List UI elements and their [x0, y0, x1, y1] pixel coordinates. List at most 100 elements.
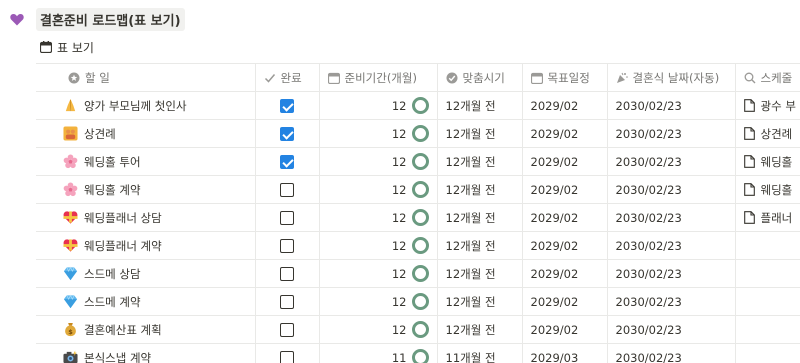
schedule-link[interactable]: 상견례 — [761, 126, 793, 142]
table-row[interactable]: 본식스냅 계약 11 11개월 전 2029/03 2030/02/23 — [36, 343, 800, 363]
column-header-done[interactable]: 완료 — [255, 63, 320, 92]
cell-months[interactable]: 12 — [319, 119, 438, 148]
column-header-schedule[interactable]: 스케줄 — [735, 63, 800, 92]
cell-timing[interactable]: 11개월 전 — [437, 343, 523, 363]
cell-wedding[interactable]: 2030/02/23 — [607, 287, 736, 316]
done-checkbox[interactable] — [280, 294, 294, 309]
column-header-wedding[interactable]: 결혼식 날짜(자동) — [607, 63, 736, 92]
cell-months[interactable]: 12 — [319, 91, 438, 120]
cell-wedding[interactable]: 2030/02/23 — [607, 203, 736, 232]
page-document-icon — [743, 155, 755, 168]
cell-wedding[interactable]: 2030/02/23 — [607, 91, 736, 120]
cell-name[interactable]: 웨딩플래너 상담 — [36, 203, 256, 232]
cell-wedding[interactable]: 2030/02/23 — [607, 259, 736, 288]
done-checkbox[interactable] — [280, 98, 294, 113]
table-row[interactable]: $ 결혼예산표 계획 12 12개월 전 2029/02 2030/02/23 — [36, 315, 800, 344]
cell-goal[interactable]: 2029/02 — [522, 315, 608, 344]
column-header-name[interactable]: 할 일 — [36, 63, 256, 92]
cell-name[interactable]: 본식스냅 계약 — [36, 343, 256, 363]
cell-schedule[interactable]: 웨딩홀 — [735, 175, 800, 204]
cell-timing[interactable]: 12개월 전 — [437, 91, 523, 120]
cell-wedding[interactable]: 2030/02/23 — [607, 343, 736, 363]
cell-schedule[interactable] — [735, 259, 800, 288]
cell-wedding[interactable]: 2030/02/23 — [607, 119, 736, 148]
done-checkbox[interactable] — [280, 126, 294, 141]
cell-name[interactable]: 스드메 상담 — [36, 259, 256, 288]
schedule-link[interactable]: 플래너 — [761, 210, 793, 226]
cell-schedule[interactable]: 상견례 — [735, 119, 800, 148]
cell-name[interactable]: 양가 부모님께 첫인사 — [36, 91, 256, 120]
done-checkbox[interactable] — [280, 350, 294, 363]
cell-timing[interactable]: 12개월 전 — [437, 203, 523, 232]
done-checkbox[interactable] — [280, 154, 294, 169]
table-row[interactable]: 양가 부모님께 첫인사 12 12개월 전 2029/02 2030/02/23 광수 부 — [36, 91, 800, 120]
done-checkbox[interactable] — [280, 182, 294, 197]
table-row[interactable]: 웨딩플래너 계약 12 12개월 전 2029/02 2030/02/23 — [36, 231, 800, 260]
cell-months[interactable]: 12 — [319, 147, 438, 176]
cell-goal[interactable]: 2029/02 — [522, 91, 608, 120]
cell-wedding[interactable]: 2030/02/23 — [607, 315, 736, 344]
cell-schedule[interactable] — [735, 287, 800, 316]
table-row[interactable]: 웨딩홀 투어 12 12개월 전 2029/02 2030/02/23 웨딩홀 — [36, 147, 800, 176]
done-checkbox[interactable] — [280, 210, 294, 225]
cell-months[interactable]: 12 — [319, 259, 438, 288]
cell-schedule[interactable]: 플래너 — [735, 203, 800, 232]
cell-months[interactable]: 12 — [319, 175, 438, 204]
view-tab-table[interactable]: 표 보기 — [40, 37, 94, 57]
column-header-months[interactable]: 준비기간(개월) — [319, 63, 438, 92]
cell-schedule[interactable] — [735, 231, 800, 260]
cell-schedule[interactable] — [735, 343, 800, 363]
table-row[interactable]: 웨딩플래너 상담 12 12개월 전 2029/02 2030/02/23 플래너 — [36, 203, 800, 232]
cell-goal[interactable]: 2029/02 — [522, 119, 608, 148]
table-row[interactable]: 웨딩홀 계약 12 12개월 전 2029/02 2030/02/23 웨딩홀 — [36, 175, 800, 204]
cell-schedule[interactable] — [735, 315, 800, 344]
cell-schedule[interactable]: 웨딩홀 — [735, 147, 800, 176]
cell-timing[interactable]: 12개월 전 — [437, 315, 523, 344]
cell-months[interactable]: 12 — [319, 203, 438, 232]
cell-timing[interactable]: 12개월 전 — [437, 259, 523, 288]
cell-timing[interactable]: 12개월 전 — [437, 147, 523, 176]
cell-name[interactable]: 상견례 — [36, 119, 256, 148]
cell-goal[interactable]: 2029/02 — [522, 175, 608, 204]
cell-timing[interactable]: 12개월 전 — [437, 175, 523, 204]
task-name: 스드메 상담 — [84, 266, 141, 281]
schedule-link[interactable]: 광수 부 — [761, 98, 796, 114]
column-header-timing[interactable]: 맞춤시기 — [437, 63, 523, 92]
cell-name[interactable]: 웨딩홀 투어 — [36, 147, 256, 176]
cell-months[interactable]: 12 — [319, 287, 438, 316]
cell-wedding[interactable]: 2030/02/23 — [607, 175, 736, 204]
cell-goal[interactable]: 2029/03 — [522, 343, 608, 363]
cell-name[interactable]: 스드메 계약 — [36, 287, 256, 316]
cell-timing[interactable]: 12개월 전 — [437, 119, 523, 148]
progress-ring-icon — [411, 321, 429, 338]
cell-goal[interactable]: 2029/02 — [522, 231, 608, 260]
cell-timing[interactable]: 12개월 전 — [437, 231, 523, 260]
done-checkbox[interactable] — [280, 322, 294, 337]
schedule-link[interactable]: 웨딩홀 — [761, 182, 793, 198]
table-row[interactable]: 스드메 상담 12 12개월 전 2029/02 2030/02/23 — [36, 259, 800, 288]
cell-timing[interactable]: 12개월 전 — [437, 287, 523, 316]
cell-goal[interactable]: 2029/02 — [522, 147, 608, 176]
cell-name[interactable]: 웨딩홀 계약 — [36, 175, 256, 204]
cell-wedding[interactable]: 2030/02/23 — [607, 231, 736, 260]
cell-done — [255, 343, 320, 363]
page-title[interactable]: 결혼준비 로드맵(표 보기) — [36, 7, 185, 31]
cell-months[interactable]: 12 — [319, 231, 438, 260]
cell-months[interactable]: 11 — [319, 343, 438, 363]
cell-name[interactable]: 웨딩플래너 계약 — [36, 231, 256, 260]
table-row[interactable]: 스드메 계약 12 12개월 전 2029/02 2030/02/23 — [36, 287, 800, 316]
done-checkbox[interactable] — [280, 238, 294, 253]
cell-goal[interactable]: 2029/02 — [522, 259, 608, 288]
cell-months[interactable]: 12 — [319, 315, 438, 344]
progress-ring-icon — [411, 237, 429, 254]
cell-name[interactable]: $ 결혼예산표 계획 — [36, 315, 256, 344]
column-header-goal[interactable]: 목표일정 — [522, 63, 608, 92]
cell-wedding[interactable]: 2030/02/23 — [607, 147, 736, 176]
cell-goal[interactable]: 2029/02 — [522, 287, 608, 316]
cell-goal[interactable]: 2029/02 — [522, 203, 608, 232]
schedule-link[interactable]: 웨딩홀 — [761, 154, 793, 170]
table-row[interactable]: 상견례 12 12개월 전 2029/02 2030/02/23 상견례 — [36, 119, 800, 148]
done-checkbox[interactable] — [280, 266, 294, 281]
months-value: 12 — [391, 182, 407, 197]
cell-schedule[interactable]: 광수 부 — [735, 91, 800, 120]
